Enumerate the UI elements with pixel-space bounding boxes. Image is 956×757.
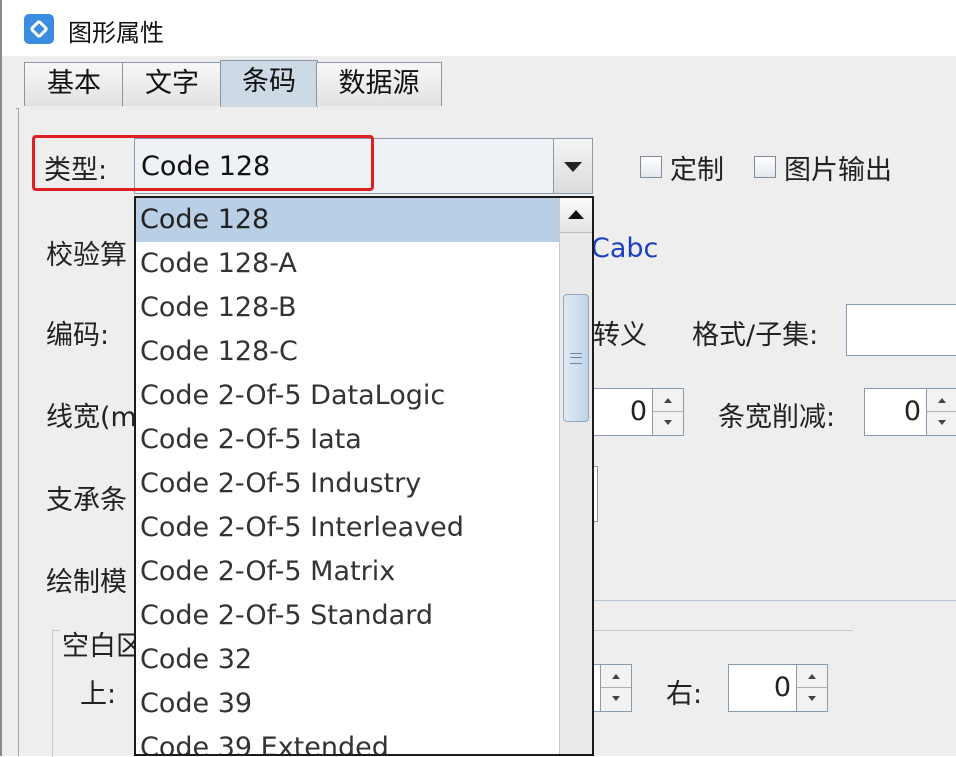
section-divider	[594, 600, 956, 601]
decrement-icon[interactable]	[797, 688, 827, 711]
dropdown-option[interactable]: Code 2-Of-5 Industry	[136, 462, 560, 506]
dropdown-option[interactable]: Code 2-Of-5 Interleaved	[136, 506, 560, 550]
decrement-icon[interactable]	[927, 412, 956, 435]
scrollbar-thumb[interactable]	[563, 294, 589, 422]
dropdown-option[interactable]: Code 128-A	[136, 242, 560, 286]
line-width-label: 线宽(m	[46, 402, 137, 433]
barcode-type-dropdown-list: Code 128 Code 128-A Code 128-B Code 128-…	[134, 196, 594, 756]
line-width-value: 0	[629, 396, 647, 427]
right-margin-value: 0	[773, 672, 791, 703]
tab-basic[interactable]: 基本	[24, 62, 124, 106]
quiet-zone-label: 空白区	[60, 624, 145, 663]
tab-barcode[interactable]: 条码	[220, 60, 318, 107]
tab-strip: 基本 文字 条码 数据源	[16, 58, 956, 109]
chevron-down-icon[interactable]	[553, 139, 592, 193]
draw-mode-label: 绘制模	[46, 567, 127, 598]
dropdown-option[interactable]: Code 2-Of-5 Iata	[136, 418, 560, 462]
decrement-icon[interactable]	[601, 688, 631, 711]
bar-reduction-spinner[interactable]: 0	[864, 388, 956, 436]
increment-icon[interactable]	[797, 665, 827, 688]
tab-data-source[interactable]: 数据源	[316, 62, 442, 106]
tab-text[interactable]: 文字	[122, 62, 222, 106]
dropdown-scrollbar[interactable]	[559, 198, 592, 754]
dropdown-option[interactable]: Code 2-Of-5 DataLogic	[136, 374, 560, 418]
custom-checkbox[interactable]	[640, 156, 662, 178]
format-subset-field[interactable]	[846, 304, 956, 356]
dropdown-option[interactable]: Code 39	[136, 682, 560, 726]
increment-icon[interactable]	[927, 389, 956, 412]
bar-reduction-spin-buttons	[926, 389, 956, 435]
barcode-app-icon	[24, 14, 54, 44]
checksum-label: 校验算	[46, 240, 127, 271]
image-output-checkbox[interactable]	[754, 156, 776, 178]
bottom-margin-spinner[interactable]	[590, 664, 632, 712]
window-title: 图形属性	[68, 19, 164, 47]
decrement-icon[interactable]	[653, 412, 683, 435]
line-width-spinner[interactable]: 0	[590, 388, 684, 436]
type-highlight-box	[32, 135, 374, 191]
dropdown-option[interactable]: Code 128-C	[136, 330, 560, 374]
bearer-bar-label: 支承条	[46, 485, 127, 516]
line-width-spin-buttons	[652, 389, 683, 435]
right-margin-label: 右:	[666, 679, 703, 710]
increment-icon[interactable]	[601, 665, 631, 688]
escape-label: 转义	[593, 320, 647, 351]
top-margin-label: 上:	[80, 679, 117, 710]
dropdown-option[interactable]: Code 2-Of-5 Standard	[136, 594, 560, 638]
dropdown-options: Code 128 Code 128-A Code 128-B Code 128-…	[136, 198, 560, 754]
right-margin-spinner[interactable]: 0	[728, 664, 828, 712]
dropdown-option[interactable]: Code 39 Extended	[136, 726, 560, 754]
custom-label: 定制	[670, 155, 724, 186]
image-output-label: 图片输出	[784, 155, 892, 186]
title-bar: 图形属性	[2, 0, 956, 56]
bar-reduction-label: 条宽削减:	[718, 402, 836, 433]
dropdown-option[interactable]: Code 128-B	[136, 286, 560, 330]
dropdown-option[interactable]: Code 2-Of-5 Matrix	[136, 550, 560, 594]
graphic-properties-window: 图形属性 基本 文字 条码 数据源 类型: Code 128 定制 图片输出 校…	[0, 0, 956, 757]
right-margin-spin-buttons	[796, 665, 827, 711]
increment-icon[interactable]	[653, 389, 683, 412]
dropdown-option[interactable]: Code 32	[136, 638, 560, 682]
arrow-up-icon[interactable]	[560, 198, 592, 233]
bar-reduction-value: 0	[903, 396, 921, 427]
format-subset-label: 格式/子集:	[692, 320, 819, 351]
dropdown-option[interactable]: Code 128	[136, 198, 560, 242]
encoding-label: 编码:	[46, 320, 110, 351]
checksum-value: Cabc	[591, 233, 659, 264]
bottom-margin-spin-buttons	[600, 665, 631, 711]
